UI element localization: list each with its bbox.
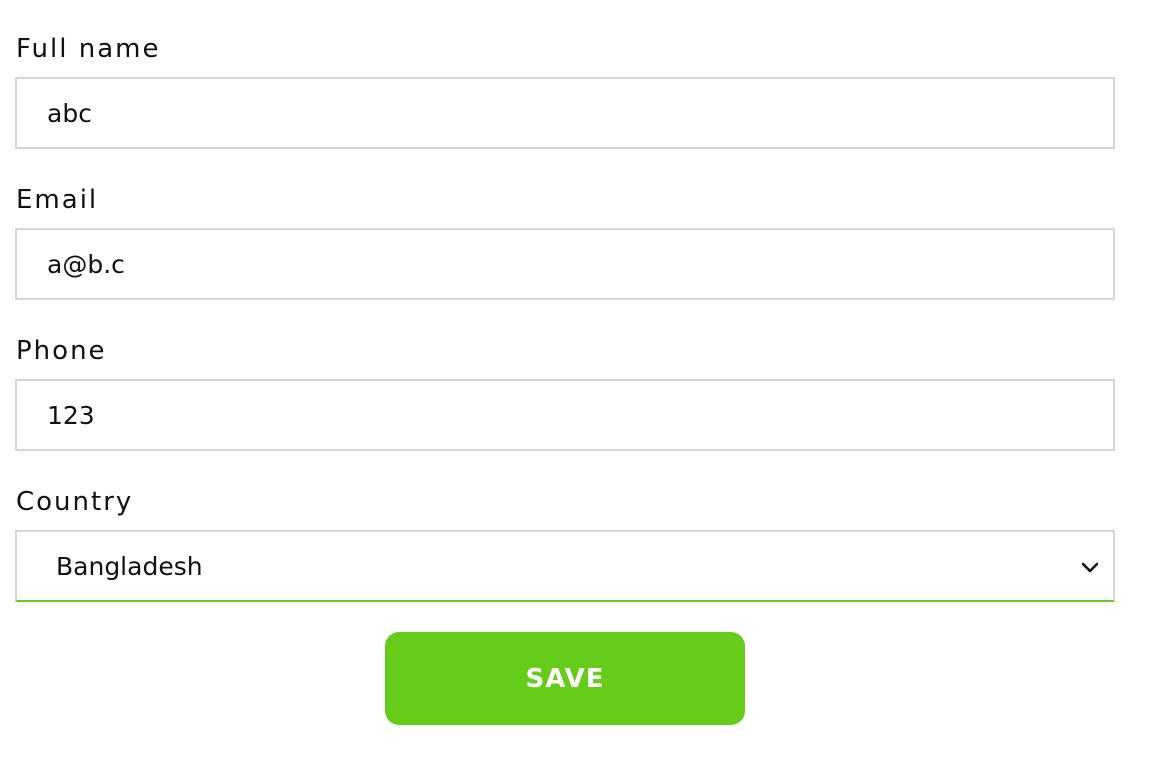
country-select-value: Bangladesh: [56, 552, 203, 581]
phone-input[interactable]: [15, 379, 1115, 451]
save-button[interactable]: SAVE: [385, 632, 745, 725]
chevron-down-icon: [1081, 562, 1099, 573]
phone-label: Phone: [16, 336, 107, 366]
email-input[interactable]: [15, 228, 1115, 300]
country-select[interactable]: Bangladesh: [15, 530, 1115, 602]
full-name-input[interactable]: [15, 77, 1115, 149]
country-label: Country: [16, 487, 134, 517]
profile-form: Full name Email Phone Country Bangladesh…: [0, 0, 1153, 762]
email-label: Email: [16, 185, 99, 215]
full-name-label: Full name: [16, 34, 161, 64]
